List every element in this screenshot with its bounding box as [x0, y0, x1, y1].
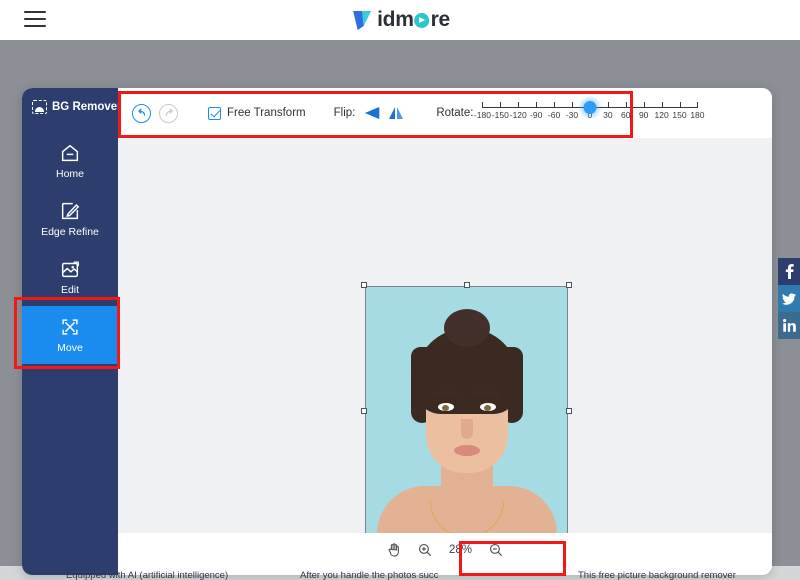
sidebar-item-label: Home: [56, 169, 84, 180]
resize-handle[interactable]: [361, 282, 367, 288]
marketing-col-3: This free picture background remover: [578, 570, 736, 580]
portrait-nose: [461, 419, 473, 439]
slider-tick: [626, 102, 627, 108]
slider-tick-label: -150: [492, 110, 509, 120]
marketing-col-1: Equipped with AI (artificial intelligenc…: [66, 570, 228, 580]
portrait-fringe: [424, 363, 510, 393]
slider-tick: [482, 102, 483, 108]
portrait-photo[interactable]: [365, 286, 568, 535]
vidmore-logo[interactable]: idm re: [350, 7, 450, 33]
logo-play-circle-icon: [415, 13, 430, 28]
linkedin-icon[interactable]: [778, 312, 800, 339]
slider-tick-label: -120: [510, 110, 527, 120]
social-share-rail: [778, 258, 800, 339]
logo-text-before: idm: [377, 7, 413, 33]
sidebar-item-edge-refine[interactable]: Edge Refine: [22, 190, 118, 248]
linkedin-glyph: [783, 319, 796, 332]
twitter-glyph: [782, 293, 796, 305]
slider-tick: [697, 102, 698, 108]
slider-tick-label: -180: [474, 110, 491, 120]
checkbox-checked-icon: [208, 107, 221, 120]
site-header: idm re: [0, 0, 800, 40]
slider-tick-label: 60: [621, 110, 630, 120]
slider-tick: [680, 102, 681, 108]
slider-tick: [536, 102, 537, 108]
slider-tick: [644, 102, 645, 108]
slider-tick-label: 150: [672, 110, 686, 120]
flip-horizontal-icon[interactable]: [363, 106, 380, 120]
flip-v-glyph: [388, 106, 404, 120]
free-transform-label: Free Transform: [227, 107, 306, 119]
logo-wordmark: idm re: [377, 7, 450, 33]
slider-tick-label: -60: [548, 110, 560, 120]
logo-text-after: re: [431, 7, 450, 33]
slider-tick-label: -30: [566, 110, 578, 120]
sidebar-brand-label: BG Remover: [52, 101, 122, 113]
slider-tick-label: 120: [654, 110, 668, 120]
image-dashed-icon: [32, 100, 47, 114]
facebook-glyph: [785, 264, 794, 279]
flip-h-glyph: [363, 106, 380, 120]
sidebar-item-label: Edge Refine: [41, 227, 99, 238]
resize-handle[interactable]: [464, 282, 470, 288]
home-icon: [59, 142, 81, 164]
sidebar-brand: BG Remover: [22, 88, 118, 114]
transform-toolbar: Free Transform Flip: R: [118, 88, 772, 138]
sidebar-item-edit[interactable]: Edit: [22, 248, 118, 306]
image-edit-icon: [59, 258, 81, 280]
marketing-col-2: After you handle the photos succ: [300, 570, 438, 580]
sidebar-items: Home Edge Refine Edi: [22, 132, 118, 364]
slider-tick-label: 30: [603, 110, 612, 120]
redo-arrow-icon[interactable]: [159, 104, 178, 123]
flip-group: Flip:: [334, 106, 405, 120]
undo-glyph: [136, 107, 148, 119]
sidebar-item-label: Edit: [61, 285, 79, 296]
slider-tick: [554, 102, 555, 108]
bg-remover-app-panel: BG Remover Home Edge Refine: [22, 88, 772, 575]
screen-root: idm re BG Remover Home: [0, 0, 800, 580]
slider-tick: [500, 102, 501, 108]
rotate-group: Rotate: -180-150-120-90-60-3003060901201…: [436, 100, 697, 126]
resize-handle[interactable]: [361, 408, 367, 414]
rotate-label: Rotate:: [436, 107, 473, 119]
slider-handle[interactable]: [583, 101, 596, 114]
facebook-icon[interactable]: [778, 258, 800, 285]
rotate-slider[interactable]: -180-150-120-90-60-300306090120150180: [482, 100, 697, 126]
sidebar: BG Remover Home Edge Refine: [22, 88, 118, 575]
slider-tick: [608, 102, 609, 108]
free-transform-checkbox[interactable]: Free Transform: [208, 107, 306, 120]
move-arrows-icon: [59, 316, 81, 338]
bottom-bar: ❮ ❯ New Image Download: [118, 533, 772, 575]
flip-vertical-icon[interactable]: [388, 106, 404, 120]
slider-tick: [518, 102, 519, 108]
sidebar-item-move[interactable]: Move: [22, 306, 118, 364]
resize-handle[interactable]: [566, 282, 572, 288]
twitter-icon[interactable]: [778, 285, 800, 312]
slider-tick: [662, 102, 663, 108]
portrait-eye-right: [480, 403, 496, 411]
redo-glyph: [163, 107, 175, 119]
resize-handle[interactable]: [566, 408, 572, 414]
hamburger-icon[interactable]: [24, 11, 46, 28]
sidebar-item-home[interactable]: Home: [22, 132, 118, 190]
slider-tick-label: -90: [530, 110, 542, 120]
canvas-area[interactable]: [118, 138, 772, 533]
pen-square-icon: [59, 200, 81, 222]
portrait-lips: [454, 445, 480, 456]
slider-tick-label: 90: [639, 110, 648, 120]
sidebar-item-label: Move: [57, 343, 83, 354]
page-marketing-text: Equipped with AI (artificial intelligenc…: [0, 570, 800, 580]
logo-v-icon: [350, 7, 376, 33]
undo-arrow-icon[interactable]: [132, 104, 151, 123]
portrait-eye-left: [438, 403, 454, 411]
portrait-hair-bun: [444, 309, 490, 347]
image-selection-frame[interactable]: [365, 286, 568, 535]
flip-label: Flip:: [334, 107, 356, 119]
slider-tick: [572, 102, 573, 108]
slider-tick-label: 180: [690, 110, 704, 120]
